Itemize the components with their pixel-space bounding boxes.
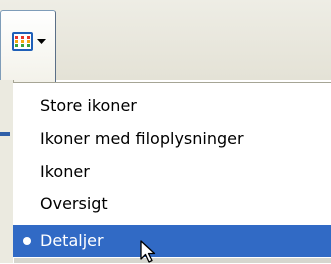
menu-item-label: Oversigt	[40, 194, 108, 213]
menu-item-ikoner-med-filoplysninger[interactable]: Ikoner med filoplysninger	[13, 123, 331, 155]
radio-bullet-icon	[23, 237, 31, 245]
details-view-icon	[12, 32, 33, 51]
views-button[interactable]	[0, 10, 56, 82]
dropdown-arrow-icon[interactable]	[37, 39, 46, 44]
menu-item-label: Store ikoner	[40, 96, 137, 115]
menu-item-store-ikoner[interactable]: Store ikoner	[13, 90, 331, 122]
menu-item-label: Ikoner	[40, 162, 90, 181]
left-pane-marker	[0, 132, 10, 136]
menu-item-detaljer[interactable]: Detaljer	[13, 225, 331, 257]
menu-item-label: Detaljer	[40, 231, 104, 250]
menu-item-oversigt[interactable]: Oversigt	[13, 188, 331, 220]
view-menu: Store ikoner Ikoner med filoplysninger I…	[13, 82, 331, 264]
menu-item-ikoner[interactable]: Ikoner	[13, 156, 331, 188]
arrow-cursor-icon	[140, 240, 156, 263]
menu-shadow	[14, 258, 331, 263]
menu-item-label: Ikoner med filoplysninger	[40, 129, 244, 148]
left-pane-edge	[0, 80, 14, 263]
